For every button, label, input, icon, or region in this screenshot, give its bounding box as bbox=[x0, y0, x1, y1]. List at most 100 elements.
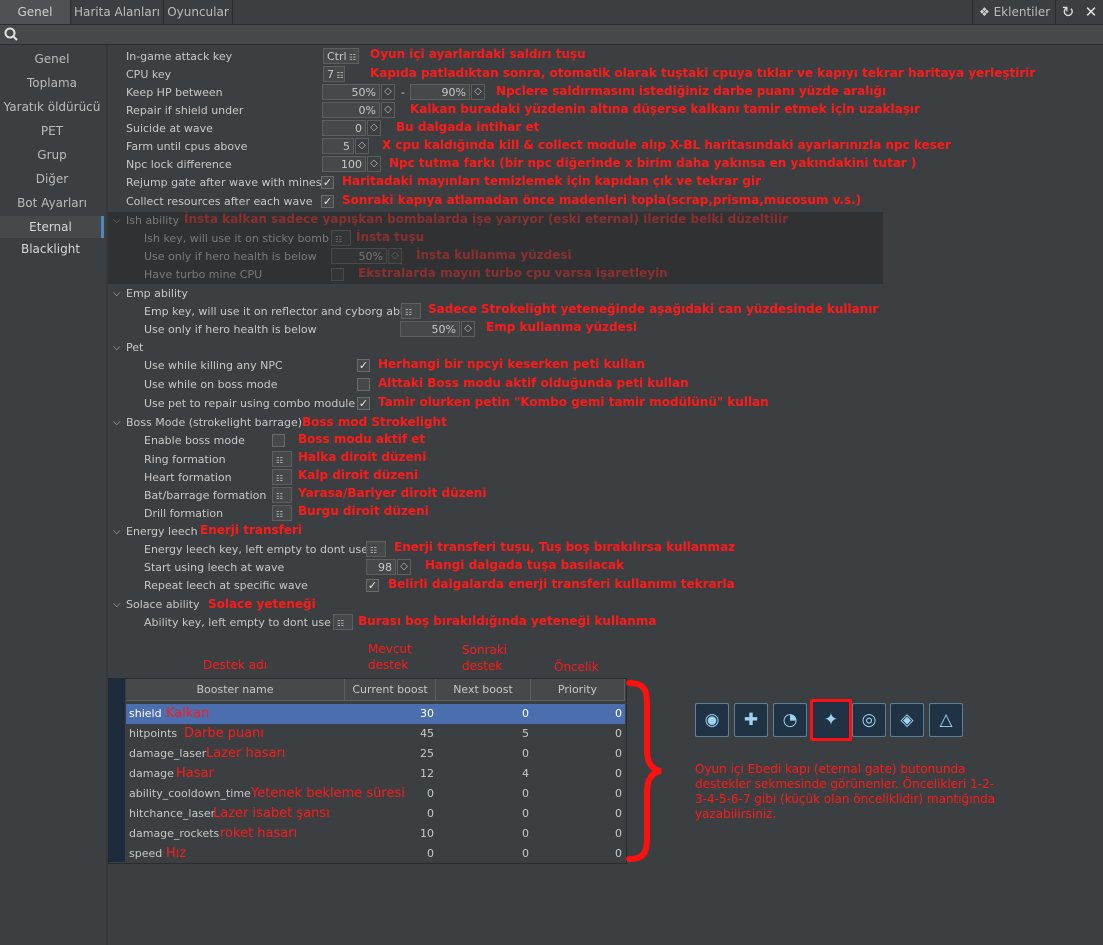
ring-formation-key[interactable]: ☷ bbox=[272, 451, 292, 467]
repair-spinner[interactable]: ◇ bbox=[381, 102, 395, 118]
ish-health-field[interactable]: 50% bbox=[331, 248, 387, 264]
repair-field[interactable]: 0% bbox=[322, 102, 380, 118]
pet-title: Pet bbox=[126, 341, 144, 354]
leech-repeat-checkbox[interactable]: ✓ bbox=[366, 579, 379, 592]
bat-formation-key[interactable]: ☷ bbox=[272, 487, 292, 503]
priority: 0 bbox=[615, 767, 622, 780]
sidebar-item-grup[interactable]: Grup bbox=[0, 144, 104, 166]
booster-note: Hız bbox=[166, 846, 187, 861]
leech-key-button[interactable]: ☷ bbox=[366, 541, 386, 557]
solace-key-note: Burası boş bırakıldığında yeteneği kulla… bbox=[358, 614, 657, 628]
tab-oyuncular[interactable]: Oyuncular bbox=[164, 0, 233, 24]
refresh-icon[interactable]: ↻ bbox=[1057, 0, 1079, 24]
emp-health-field[interactable]: 50% bbox=[400, 321, 460, 337]
suicide-field[interactable]: 0 bbox=[322, 120, 366, 136]
priority: 0 bbox=[615, 807, 622, 820]
table-row[interactable]: speed Hız 0 0 0 bbox=[126, 844, 625, 864]
leech-start-spinner[interactable]: ◇ bbox=[397, 559, 411, 575]
leech-chevron-icon[interactable]: ⌵ bbox=[113, 526, 121, 537]
sidebar-item-toplama[interactable]: Toplama bbox=[0, 72, 104, 94]
current-boost: 45 bbox=[420, 727, 434, 740]
table-row[interactable]: damage_rockets roket hasarı 10 0 0 bbox=[126, 824, 625, 844]
priority: 0 bbox=[615, 827, 622, 840]
keep-hp-max-spinner[interactable]: ◇ bbox=[471, 84, 485, 100]
collect-checkbox[interactable]: ✓ bbox=[321, 195, 334, 208]
priority: 0 bbox=[615, 787, 622, 800]
ish-health-spinner[interactable]: ◇ bbox=[388, 248, 402, 264]
boss-chevron-icon[interactable]: ⌵ bbox=[113, 417, 121, 428]
pet-repair-checkbox[interactable]: ✓ bbox=[357, 397, 370, 410]
sidebar-item-diger[interactable]: Diğer bbox=[0, 168, 104, 190]
sidebar-item-yaratik-oldurucu[interactable]: Yaratık öldürücü bbox=[0, 96, 104, 118]
drill-formation-note: Burgu diroit düzeni bbox=[298, 504, 429, 518]
plugins-button[interactable]: ❖ Eklentiler bbox=[972, 0, 1056, 24]
booster-name: ability_cooldown_time bbox=[129, 787, 251, 800]
sidebar-item-pet[interactable]: PET bbox=[0, 120, 104, 142]
table-row[interactable]: shield Kalkan 30 0 0 bbox=[126, 704, 625, 724]
next-boost: 0 bbox=[522, 827, 529, 840]
search-bar[interactable] bbox=[0, 25, 1103, 45]
emp-key-button[interactable]: ☷ bbox=[401, 303, 421, 319]
suicide-spinner[interactable]: ◇ bbox=[367, 120, 381, 136]
keep-hp-min-field[interactable]: 50% bbox=[322, 84, 380, 100]
pet-boss-note: Alttaki Boss modu aktif olduğunda peti k… bbox=[378, 376, 689, 390]
next-boost: 0 bbox=[522, 807, 529, 820]
pet-npc-checkbox[interactable]: ✓ bbox=[357, 359, 370, 372]
priority: 0 bbox=[615, 707, 622, 720]
col-current-boost[interactable]: Current boost bbox=[345, 679, 436, 701]
keep-hp-min-spinner[interactable]: ◇ bbox=[381, 84, 395, 100]
header-note-next: Sonraki destek bbox=[462, 643, 508, 673]
tab-harita-alanlari[interactable]: Harita Alanları bbox=[71, 0, 164, 24]
pet-boss-checkbox[interactable] bbox=[357, 378, 370, 391]
drill-formation-key[interactable]: ☷ bbox=[272, 505, 292, 521]
keep-hp-label: Keep HP between bbox=[126, 86, 223, 99]
ish-chevron-icon[interactable]: ⌵ bbox=[113, 215, 121, 226]
current-boost: 10 bbox=[420, 827, 434, 840]
col-priority[interactable]: Priority bbox=[531, 679, 625, 701]
sidebar-item-bot-ayarlari[interactable]: Bot Ayarları bbox=[0, 192, 104, 214]
cpu-key-button[interactable]: 7 ☷ bbox=[323, 66, 345, 82]
pet-repair-label: Use pet to repair using combo module bbox=[144, 397, 356, 410]
booster-note: Hasar bbox=[176, 766, 214, 781]
table-row[interactable]: damage_laser Lazer hasarı 25 0 0 bbox=[126, 744, 625, 764]
solace-chevron-icon[interactable]: ⌵ bbox=[113, 599, 121, 610]
heart-formation-key[interactable]: ☷ bbox=[272, 469, 292, 485]
sidebar-item-genel[interactable]: Genel bbox=[0, 48, 104, 70]
ish-health-note: İnsta kullanma yüzdesi bbox=[416, 248, 572, 262]
table-row[interactable]: damage Hasar 12 4 0 bbox=[126, 764, 625, 784]
farm-spinner[interactable]: ◇ bbox=[355, 138, 369, 154]
emp-title: Emp ability bbox=[126, 287, 188, 300]
ish-turbo-note: Ekstralarda mayın turbo cpu varsa işaret… bbox=[358, 266, 668, 280]
sidebar-item-eternal-blacklight[interactable]: Eternal Blacklight bbox=[0, 216, 104, 256]
rejump-checkbox[interactable]: ✓ bbox=[321, 176, 334, 189]
booster-note: roket hasarı bbox=[220, 826, 298, 841]
close-icon[interactable]: ✕ bbox=[1080, 0, 1102, 24]
solace-key-button[interactable]: ☷ bbox=[333, 614, 353, 630]
col-booster-name[interactable]: Booster name bbox=[126, 679, 345, 701]
tab-genel[interactable]: Genel bbox=[0, 0, 71, 24]
rejump-label: Rejump gate after wave with mines bbox=[126, 176, 322, 189]
ish-turbo-checkbox[interactable] bbox=[331, 268, 344, 281]
emp-key-note: Sadece Strokelight yeteneğinde aşağıdaki… bbox=[428, 302, 879, 316]
npc-lock-field[interactable]: 100 bbox=[322, 156, 366, 172]
damage-booster-icon: ✦ bbox=[810, 699, 852, 741]
attack-key-button[interactable]: Ctrl ☷ bbox=[323, 48, 359, 64]
table-row[interactable]: ability_cooldown_time Yetenek bekleme sü… bbox=[126, 784, 625, 804]
boss-enable-checkbox[interactable] bbox=[272, 434, 285, 447]
npc-lock-spinner[interactable]: ◇ bbox=[367, 156, 381, 172]
pet-chevron-icon[interactable]: ⌵ bbox=[113, 342, 121, 353]
next-boost: 4 bbox=[522, 767, 529, 780]
shield-booster-icon: ◉ bbox=[695, 703, 729, 737]
emp-chevron-icon[interactable]: ⌵ bbox=[113, 288, 121, 299]
emp-health-spinner[interactable]: ◇ bbox=[461, 321, 475, 337]
col-next-boost[interactable]: Next boost bbox=[436, 679, 531, 701]
attack-key-note: Oyun içi ayarlardaki saldırı tuşu bbox=[370, 47, 586, 61]
table-row[interactable]: hitpoints Darbe puanı 45 5 0 bbox=[126, 724, 625, 744]
farm-field[interactable]: 5 bbox=[322, 138, 354, 154]
repair-label: Repair if shield under bbox=[126, 104, 244, 117]
keep-hp-max-field[interactable]: 90% bbox=[410, 84, 470, 100]
ish-key-button[interactable]: ☷ bbox=[331, 230, 351, 246]
ish-health-label: Use only if hero health is below bbox=[144, 250, 317, 263]
leech-start-field[interactable]: 98 bbox=[366, 559, 396, 575]
table-row[interactable]: hitchance_laser Lazer isabet şansı 0 0 0 bbox=[126, 804, 625, 824]
